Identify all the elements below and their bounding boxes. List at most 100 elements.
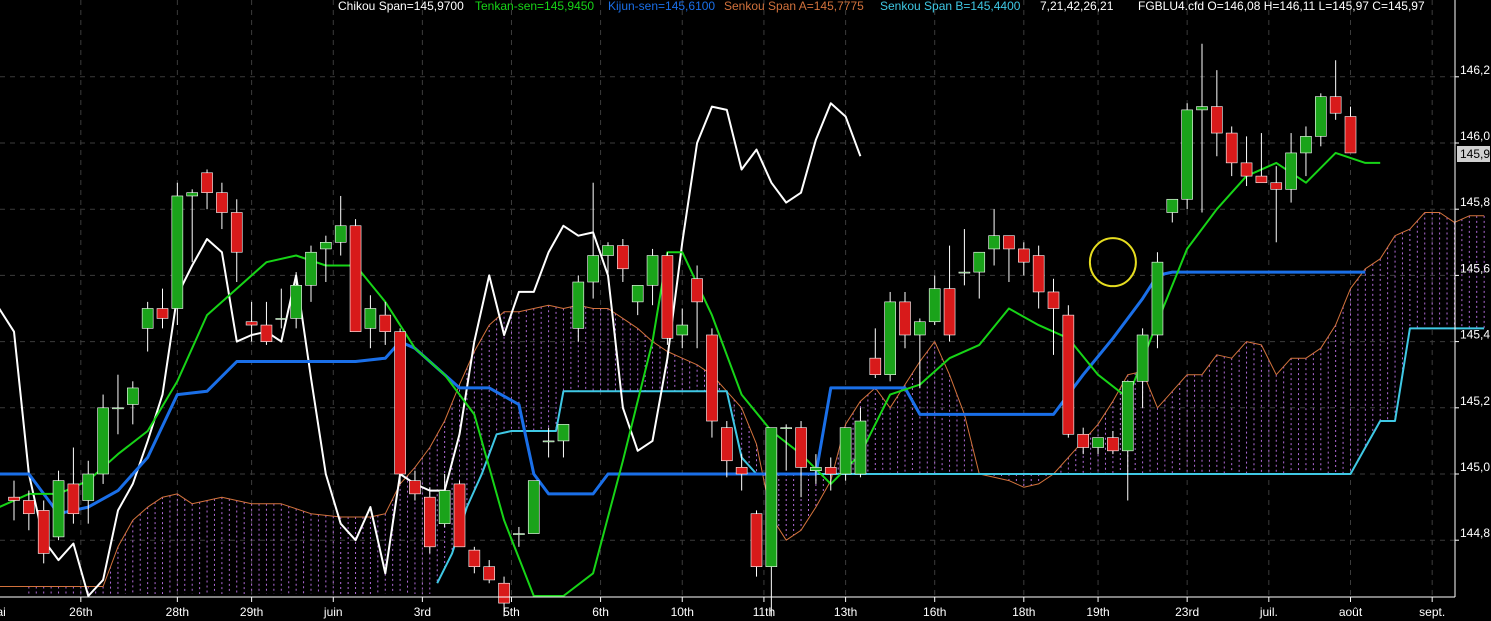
candle-body-bull (52, 480, 65, 538)
candle-body-bull (1166, 198, 1179, 213)
x-tick-label: sept. (1419, 605, 1445, 619)
candle (394, 328, 406, 484)
candle-body-bear (1017, 248, 1030, 263)
candle (1181, 103, 1193, 210)
candle (750, 510, 763, 577)
candle-body-bear (1240, 162, 1253, 177)
x-tick-label: mai (0, 605, 6, 619)
x-tick-label: 6th (592, 605, 609, 619)
legend-senkou-a: Senkou Span A=145,7775 (724, 0, 864, 13)
candle-body-bull (112, 407, 124, 410)
candle-body-bull (914, 321, 926, 336)
x-tick-label: 29th (240, 605, 263, 619)
candle (527, 480, 540, 534)
candle-body-bull (1285, 152, 1297, 190)
candle-body-bull (97, 407, 109, 475)
candle-body-bull (1315, 96, 1327, 137)
candle (661, 252, 674, 345)
x-tick-label: 11th (753, 605, 775, 619)
candle-body-bull (82, 473, 95, 501)
candle-body-bear (230, 212, 243, 253)
x-tick-label: juin (323, 605, 343, 619)
candle-body-bull (438, 490, 451, 524)
candle (1151, 252, 1164, 349)
candle (706, 328, 718, 438)
candle-body-bear (201, 172, 213, 193)
candle-body-bull (928, 288, 941, 323)
candle-body-bear (409, 480, 421, 495)
current-price-label: 145,9 (1460, 147, 1490, 161)
candle-body-bear (23, 500, 35, 515)
candle (884, 291, 896, 382)
x-tick-label: 28th (166, 605, 189, 619)
candle-body-bear (617, 245, 629, 270)
candle-body-bull (557, 424, 570, 442)
candle-body-bear (720, 427, 733, 462)
candle-body-bear (1255, 175, 1268, 184)
candle-body-bull (513, 533, 525, 535)
candle-body-bull (334, 225, 347, 243)
candle-body-bull (364, 308, 377, 329)
ichimoku-chart: 144,8 145,0 145,2 145,4 145,6 145,8 146,0 146,2… (0, 0, 1491, 621)
candle-body-bear (1032, 255, 1045, 293)
x-tick-label: août (1339, 605, 1363, 619)
candle-body-bear (156, 308, 169, 319)
candle-body-bear (349, 225, 362, 332)
candle-body-bull (631, 285, 644, 303)
candle (97, 394, 109, 484)
candle-body-bear (260, 324, 273, 342)
candle-body-bear (1225, 132, 1238, 164)
candle-body-bull (1121, 381, 1134, 452)
candle-body-bear (1003, 235, 1015, 250)
y-tick-label: 146,2 (1460, 63, 1490, 77)
candle-body-bull (1181, 109, 1193, 200)
candle-body-bull (290, 285, 302, 319)
candle-body-bull (275, 318, 288, 320)
candle-body-bull (320, 242, 332, 250)
candle-body-bear (795, 427, 807, 468)
candle-body-bear (899, 301, 911, 336)
candle-body-bear (735, 467, 748, 475)
y-tick-label: 145,0 (1460, 460, 1490, 474)
x-tick-label: 13th (834, 605, 857, 619)
candle-body-bull (602, 245, 614, 256)
candle-body-bull (780, 427, 793, 429)
legend-tenkan: Tenkan-sen=145,9450 (475, 0, 594, 13)
candle-body-bull (676, 324, 689, 336)
candle-body-bull (305, 251, 317, 286)
y-tick-label: 145,4 (1460, 328, 1490, 342)
candle-body-bear (245, 321, 258, 326)
candle (349, 219, 362, 332)
y-tick-label: 146,0 (1460, 129, 1490, 143)
candle-body-bear (691, 278, 703, 303)
candle-body-bear (394, 331, 406, 475)
x-tick-label: 26th (69, 605, 92, 619)
candle (171, 182, 184, 326)
candle (1062, 305, 1075, 438)
y-tick-label: 145,2 (1460, 394, 1490, 408)
indicator-legend: Chikou Span=145,9700 Tenkan-sen=145,9450… (338, 0, 1425, 13)
y-tick-label: 145,6 (1460, 261, 1490, 275)
candle-body-bear (216, 192, 228, 213)
legend-params: 7,21,42,26,21 (1040, 0, 1114, 13)
candle-body-bull (1092, 437, 1104, 448)
legend-chikou: Chikou Span=145,9700 (338, 0, 464, 13)
candle-body-bear (8, 496, 20, 501)
legend-symbol-ohlc: FGBLU4.cfd O=146,08 H=146,11 L=145,97 C=… (1138, 0, 1425, 13)
candle (839, 427, 852, 481)
candle-body-bull (884, 301, 896, 376)
candle-body-bull (141, 308, 154, 329)
candle (453, 480, 466, 548)
candle-body-bear (1211, 106, 1223, 134)
candle-body-bull (1151, 261, 1164, 336)
candle-body-bull (854, 420, 867, 475)
candle-body-bear (453, 483, 466, 548)
candle-body-bull (171, 195, 184, 309)
x-tick-label: 16th (923, 605, 946, 619)
x-tick-label: 19th (1086, 605, 1109, 619)
candle-body-bull (527, 480, 540, 534)
candle-body-bull (587, 255, 599, 283)
candle-body-bear (1047, 291, 1060, 309)
candle-body-bull (646, 255, 659, 286)
legend-kijun: Kijun-sen=145,6100 (608, 0, 715, 13)
